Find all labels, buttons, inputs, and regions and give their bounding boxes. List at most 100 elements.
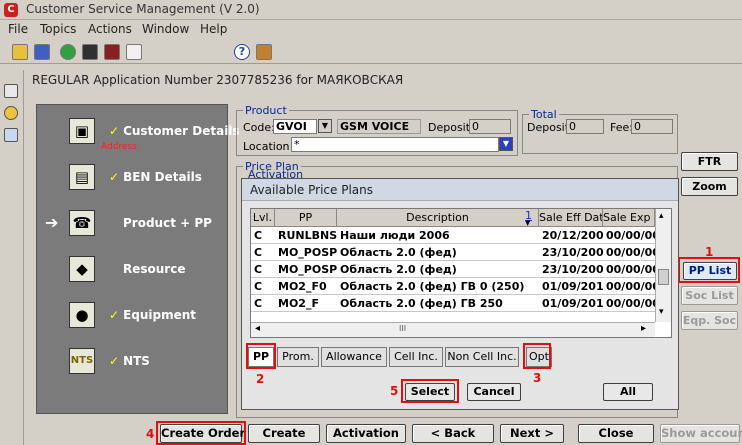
fee-field: 0 [631, 119, 673, 134]
cell-sale-exp-date: 00/00/00 [603, 261, 655, 278]
close-button[interactable]: Close [578, 424, 654, 443]
scroll-grip-icon[interactable]: III [399, 324, 406, 333]
cell-pp: MO2_F0 [275, 278, 337, 295]
available-price-plans-dialog: Available Price Plans Lvl. PP Descriptio… [241, 178, 679, 410]
list-icon[interactable] [4, 84, 18, 98]
title-bar: C Customer Service Management (V 2.0) [0, 0, 742, 20]
cell-lvl: C [251, 227, 275, 244]
menu-help[interactable]: Help [200, 22, 227, 36]
table-row[interactable]: C MO_POSPPD Область 2.0 (фед) 23/10/2007… [251, 261, 655, 278]
agent-icon[interactable] [82, 44, 98, 60]
cell-pp: RUNLBNS [275, 227, 337, 244]
window-title: Customer Service Management (V 2.0) [26, 2, 260, 16]
nav-item-product-pp[interactable]: Product + PP [123, 216, 212, 230]
ftr-button[interactable]: FTR [681, 152, 738, 171]
code-field[interactable]: GVOI [273, 119, 317, 134]
table-row[interactable]: C RUNLBNS Наши люди 2006 20/12/2006 00/0… [251, 227, 655, 244]
scroll-down-icon[interactable]: ▾ [659, 307, 664, 317]
nav-item-label: NTS [123, 354, 150, 368]
exit-icon[interactable] [256, 44, 272, 60]
tab-non-cell-inc[interactable]: Non Cell Inc. [445, 347, 519, 367]
cell-pp: MO2_F [275, 295, 337, 312]
application-title: REGULAR Application Number 2307785236 fo… [32, 73, 404, 87]
app-icon: C [4, 3, 18, 17]
cell-sale-eff-date: 23/10/2007 [539, 244, 603, 261]
check-icon: ✓ [109, 170, 120, 184]
cell-description: Наши люди 2006 [337, 227, 539, 244]
grid-icon[interactable] [126, 44, 142, 60]
nav-item-nts[interactable]: ✓ NTS [109, 354, 150, 368]
nav-address-label: Address [101, 142, 137, 152]
annotation-number-2: 2 [256, 372, 265, 386]
deposit-label: Deposit: [428, 121, 474, 134]
scroll-left-icon[interactable]: ◂ [255, 323, 260, 334]
menu-window[interactable]: Window [142, 22, 189, 36]
eqp-soc-button[interactable]: Eqp. Soc [681, 311, 738, 330]
zoom-button[interactable]: Zoom [681, 177, 738, 196]
clock-icon[interactable] [4, 106, 18, 120]
total-legend: Total [531, 108, 557, 121]
table-row[interactable]: C MO2_F Область 2.0 (фед) ГВ 250 01/09/2… [251, 295, 655, 312]
scroll-up-icon[interactable]: ▴ [659, 211, 664, 221]
annotation-box-5 [401, 379, 459, 403]
next-button[interactable]: Next > [500, 424, 564, 443]
menu-actions[interactable]: Actions [88, 22, 132, 36]
cell-description: Область 2.0 (фед) [337, 244, 539, 261]
create-button[interactable]: Create [248, 424, 320, 443]
nav-item-resource[interactable]: Resource [123, 262, 185, 276]
horizontal-scrollbar[interactable]: ◂ III ▸ [251, 322, 655, 337]
cancel-button[interactable]: Cancel [467, 383, 521, 401]
annotation-box-3 [523, 343, 551, 369]
chevron-down-icon[interactable]: ▼ [318, 119, 332, 133]
equipment-icon[interactable]: ● [69, 302, 95, 328]
nav-item-ben-details[interactable]: ✓ BEN Details [109, 170, 202, 184]
menu-topics[interactable]: Topics [40, 22, 76, 36]
settings-icon[interactable] [12, 44, 28, 60]
scroll-right-icon[interactable]: ▸ [641, 323, 646, 334]
column-header-description[interactable]: Description [337, 209, 539, 227]
column-header-pp[interactable]: PP [275, 209, 337, 227]
annotation-box-4 [156, 421, 246, 445]
back-button[interactable]: < Back [412, 424, 494, 443]
deposit-field: 0 [469, 119, 511, 134]
chevron-down-icon[interactable]: ▼ [499, 137, 513, 151]
annotation-number-3: 3 [533, 371, 542, 385]
tab-cell-inc[interactable]: Cell Inc. [389, 347, 443, 367]
tab-prom[interactable]: Prom. [277, 347, 319, 367]
window-icon[interactable] [4, 128, 18, 142]
phone-icon[interactable]: ☎ [69, 210, 95, 236]
nav-item-customer-details[interactable]: ✓ Customer Details [109, 124, 240, 138]
column-header-sale-eff-date[interactable]: Sale Eff Date [539, 209, 603, 227]
dialog-title: Available Price Plans [250, 183, 373, 197]
table-row[interactable]: C MO2_F0 Область 2.0 (фед) ГВ 0 (250) 01… [251, 278, 655, 295]
all-button[interactable]: All [603, 383, 653, 401]
scrollbar-thumb[interactable] [658, 269, 669, 285]
show-account-button[interactable]: Show account [660, 424, 742, 443]
column-header-sale-exp-date[interactable]: Sale Exp D [603, 209, 655, 227]
table-row[interactable]: C MO_POSPPD Область 2.0 (фед) 23/10/2007… [251, 244, 655, 261]
user-icon[interactable] [34, 44, 50, 60]
menu-file[interactable]: File [8, 22, 28, 36]
toolbar: ? [0, 40, 742, 64]
annotation-number-4: 4 [146, 427, 155, 441]
ben-icon[interactable]: ▤ [69, 164, 95, 190]
column-header-lvl[interactable]: Lvl. [251, 209, 275, 227]
check-icon: ✓ [109, 354, 120, 368]
help-icon[interactable]: ? [234, 44, 250, 60]
soc-list-button[interactable]: Soc List [681, 286, 738, 305]
cell-sale-eff-date: 01/09/2010 [539, 295, 603, 312]
resource-icon[interactable]: ◆ [69, 256, 95, 282]
location-field[interactable]: * [291, 137, 499, 152]
nts-icon[interactable]: NTS [69, 348, 95, 374]
cell-sale-exp-date: 00/00/00 [603, 244, 655, 261]
refresh-icon[interactable] [60, 44, 76, 60]
nav-item-equipment[interactable]: ✓ Equipment [109, 308, 196, 322]
dialog-title-bar: Available Price Plans [242, 179, 678, 201]
book-icon[interactable] [104, 44, 120, 60]
vertical-scrollbar[interactable]: ▴ ▾ [655, 209, 671, 322]
customer-icon[interactable]: ▣ [69, 118, 95, 144]
cell-lvl: C [251, 295, 275, 312]
tab-allowance[interactable]: Allowance [321, 347, 387, 367]
activation-button[interactable]: Activation [326, 424, 406, 443]
cell-sale-eff-date: 23/10/2007 [539, 261, 603, 278]
